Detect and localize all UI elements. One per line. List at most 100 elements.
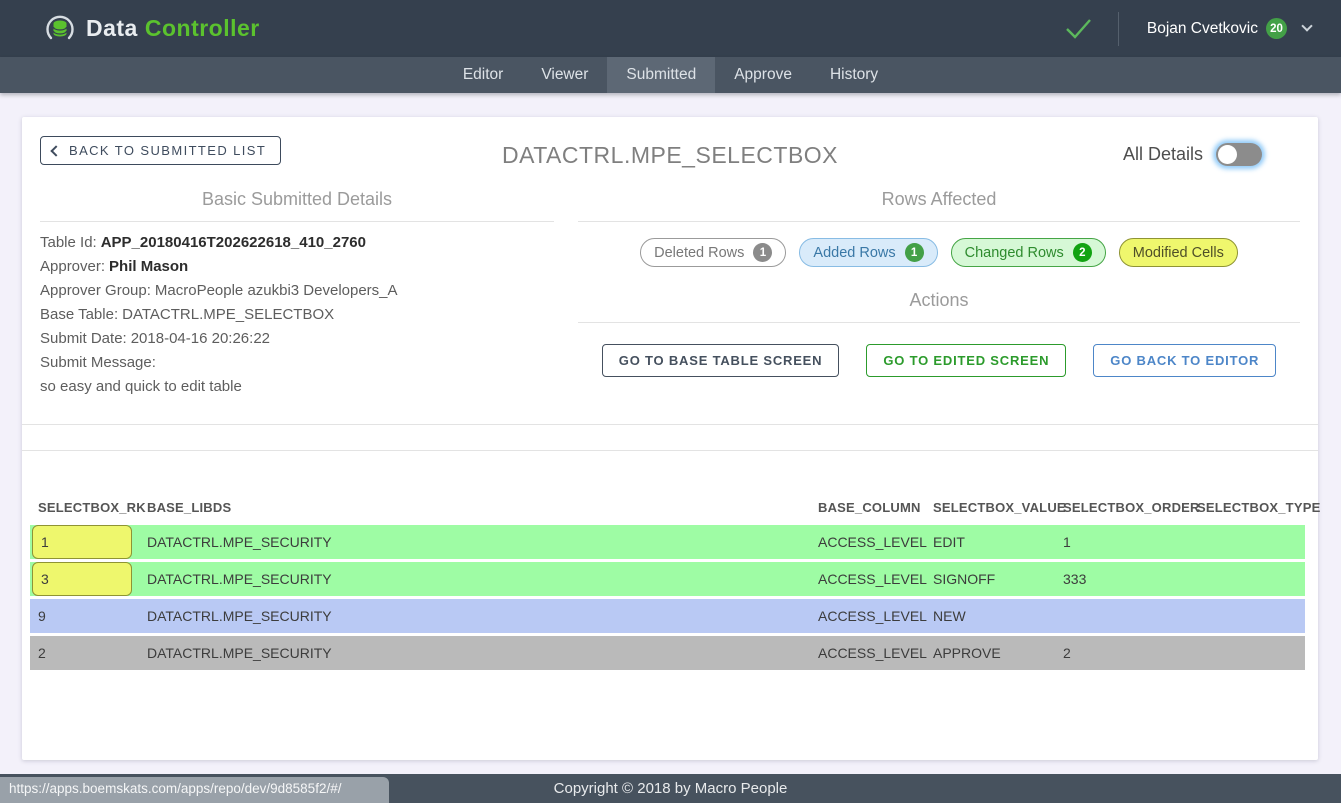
main-card: BACK TO SUBMITTED LIST DATACTRL.MPE_SELE… [22, 117, 1318, 760]
table-cell: DATACTRL.MPE_SECURITY [139, 562, 810, 596]
table-cell: DATACTRL.MPE_SECURITY [139, 636, 810, 670]
table-cell: 2 [30, 636, 139, 670]
field-value: 2018-04-16 20:26:22 [131, 330, 270, 347]
app-header: Data Controller Bojan Cvetkovic 20 [0, 0, 1341, 57]
table-cell [1189, 525, 1305, 559]
header-divider [1118, 12, 1119, 46]
modified-cell-chip: 3 [32, 562, 132, 596]
table-header-row: SELECTBOX_RKBASE_LIBDSBASE_COLUMNSELECTB… [30, 490, 1305, 525]
detail-field: Approver:Phil Mason [40, 255, 554, 279]
detail-field: Table Id:APP_20180416T202622618_410_2760 [40, 231, 554, 255]
table-cell: ACCESS_LEVEL [810, 562, 925, 596]
badge-changed-rows: Changed Rows 2 [951, 238, 1106, 267]
rows-affected-badges: Deleted Rows 1 Added Rows 1 Changed Rows… [578, 238, 1300, 267]
field-value: DATACTRL.MPE_SELECTBOX [122, 306, 334, 323]
card-toolbar: BACK TO SUBMITTED LIST DATACTRL.MPE_SELE… [22, 117, 1318, 175]
badge-count: 1 [905, 243, 924, 262]
all-details-control: All Details [1123, 143, 1262, 166]
detail-field: Submit Date:2018-04-16 20:26:22 [40, 327, 554, 351]
basic-submitted-details-section: Basic Submitted Details Table Id:APP_201… [40, 189, 554, 399]
status-url-bar: https://apps.boemskats.com/apps/repo/dev… [0, 777, 389, 803]
app-logo: Data Controller [44, 13, 260, 45]
column-header: SELECTBOX_TYPE [1189, 500, 1305, 515]
divider [40, 221, 554, 222]
badge-modified-rows: Modified Cells [1119, 238, 1238, 267]
field-label: Table Id: [40, 234, 97, 251]
field-label: Approver Group: [40, 282, 151, 299]
table-cell [1189, 599, 1305, 633]
submit-message-text: so easy and quick to edit table [40, 375, 554, 399]
table-cell: APPROVE [925, 636, 1055, 670]
user-name: Bojan Cvetkovic [1147, 20, 1258, 38]
copyright-text: Copyright © 2018 by Macro People [554, 780, 788, 797]
tab-approve[interactable]: Approve [715, 57, 811, 93]
detail-field: Approver Group:MacroPeople azukbi3 Devel… [40, 279, 554, 303]
table-cell: 9 [30, 599, 139, 633]
field-label: Approver: [40, 258, 105, 275]
rows-affected-section: Rows Affected Deleted Rows 1 Added Rows … [578, 189, 1300, 399]
table-row: 9DATACTRL.MPE_SECURITYACCESS_LEVELNEW [30, 599, 1305, 633]
table-cell: DATACTRL.MPE_SECURITY [139, 599, 810, 633]
action-button-go-back-to-editor[interactable]: GO BACK TO EDITOR [1093, 344, 1276, 377]
table-cell: NEW [925, 599, 1055, 633]
table-row: 1DATACTRL.MPE_SECURITYACCESS_LEVELEDIT1 [30, 525, 1305, 559]
badge-count: 2 [1073, 243, 1092, 262]
modified-cell-chip: 1 [32, 525, 132, 559]
action-button-go-to-edited-screen[interactable]: GO TO EDITED SCREEN [866, 344, 1066, 377]
badge-count: 1 [753, 243, 772, 262]
action-button-go-to-base-table-screen[interactable]: GO TO BASE TABLE SCREEN [602, 344, 840, 377]
field-value: Phil Mason [109, 258, 188, 275]
column-header: SELECTBOX_ORDER [1055, 500, 1189, 515]
table-cell: ACCESS_LEVEL [810, 599, 925, 633]
table-row: 3DATACTRL.MPE_SECURITYACCESS_LEVELSIGNOF… [30, 562, 1305, 596]
basic-details-heading: Basic Submitted Details [40, 189, 554, 210]
table-cell: 3 [30, 562, 139, 596]
user-menu[interactable]: Bojan Cvetkovic 20 [1147, 18, 1311, 39]
table-cell: EDIT [925, 525, 1055, 559]
badge-label: Added Rows [813, 245, 895, 261]
user-count-badge: 20 [1266, 18, 1287, 39]
divider [22, 450, 1318, 451]
table-cell: ACCESS_LEVEL [810, 636, 925, 670]
table-cell: ACCESS_LEVEL [810, 525, 925, 559]
table-cell: DATACTRL.MPE_SECURITY [139, 525, 810, 559]
details-fields: Table Id:APP_20180416T202622618_410_2760… [40, 231, 554, 375]
tab-history[interactable]: History [811, 57, 897, 93]
data-table: SELECTBOX_RKBASE_LIBDSBASE_COLUMNSELECTB… [30, 490, 1305, 670]
badge-label: Deleted Rows [654, 245, 744, 261]
divider [578, 322, 1300, 323]
column-header: SELECTBOX_RK [30, 500, 139, 515]
detail-field: Submit Message: [40, 351, 554, 375]
field-label: Submit Date: [40, 330, 127, 347]
badge-deleted-rows: Deleted Rows 1 [640, 238, 786, 267]
badge-label: Changed Rows [965, 245, 1064, 261]
table-cell: 2 [1055, 636, 1189, 670]
tab-editor[interactable]: Editor [444, 57, 523, 93]
table-cell: 333 [1055, 562, 1189, 596]
divider [578, 221, 1300, 222]
all-details-toggle[interactable] [1216, 143, 1262, 166]
table-cell [1189, 636, 1305, 670]
field-value: APP_20180416T202622618_410_2760 [101, 234, 366, 251]
table-cell [1189, 562, 1305, 596]
table-cell: SIGNOFF [925, 562, 1055, 596]
actions-buttons: GO TO BASE TABLE SCREEN GO TO EDITED SCRE… [578, 344, 1300, 377]
check-icon [1065, 18, 1092, 39]
field-value: MacroPeople azukbi3 Developers_A [155, 282, 398, 299]
tab-viewer[interactable]: Viewer [522, 57, 607, 93]
table-cell [1055, 599, 1189, 633]
table-cell: 1 [1055, 525, 1189, 559]
brand-secondary: Controller [145, 15, 260, 42]
table-row: 2DATACTRL.MPE_SECURITYACCESS_LEVELAPPROV… [30, 636, 1305, 670]
actions-heading: Actions [578, 290, 1300, 311]
field-label: Submit Message: [40, 354, 156, 371]
detail-columns: Basic Submitted Details Table Id:APP_201… [22, 189, 1318, 399]
badge-added-rows: Added Rows 1 [799, 238, 937, 267]
column-header: BASE_COLUMN [810, 500, 925, 515]
brand-primary: Data [86, 15, 138, 42]
divider [22, 424, 1318, 425]
table-body: 1DATACTRL.MPE_SECURITYACCESS_LEVELEDIT13… [30, 525, 1305, 670]
toggle-knob [1218, 145, 1237, 164]
header-right: Bojan Cvetkovic 20 [1065, 12, 1311, 46]
tab-submitted[interactable]: Submitted [607, 57, 715, 93]
